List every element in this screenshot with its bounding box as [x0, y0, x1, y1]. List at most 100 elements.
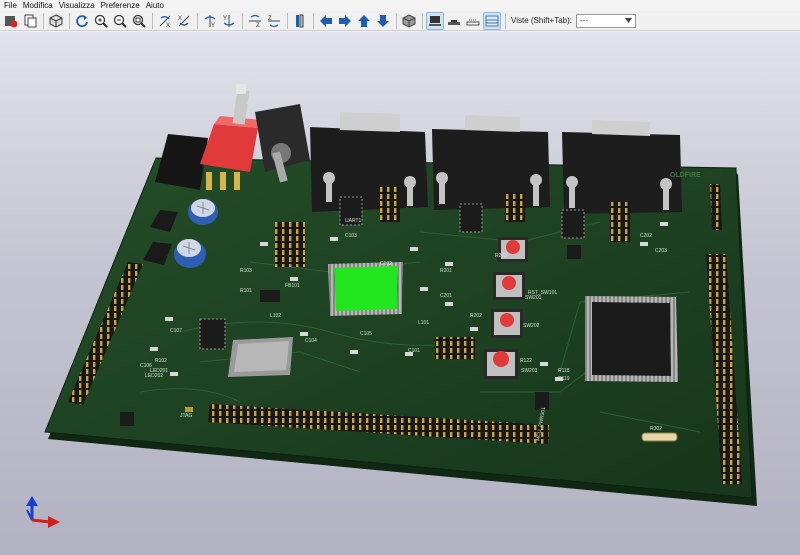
soic-2: [459, 203, 483, 233]
axis-x: [31, 518, 51, 524]
db9-connector-1: [310, 112, 428, 212]
chevron-down-icon: [625, 18, 632, 23]
axis-x-arrow-icon: [48, 516, 60, 528]
label-c107: C107: [170, 328, 182, 334]
3d-viewport[interactable]: OLDFIRE R302 SW201 SW202 SW203 RST_SW101…: [0, 32, 800, 555]
capacitor-c1: [188, 199, 218, 225]
label-r118: R118: [558, 368, 570, 374]
pushbutton-4: [484, 349, 518, 379]
label-c201: C201: [440, 293, 452, 299]
rotate-y-cw-button[interactable]: Y: [201, 12, 219, 30]
toolbar-separator: [152, 12, 153, 29]
crystal: [228, 337, 293, 377]
resistor-r302: [641, 432, 678, 442]
label-c103: C103: [345, 233, 357, 239]
label-r203: R203: [495, 253, 507, 259]
render-raytrace-button[interactable]: [2, 12, 20, 30]
label-r101: R101: [240, 288, 252, 294]
zoom-out-icon: [113, 14, 127, 28]
views-label: Viste (Shift+Tab):: [511, 16, 572, 25]
label-r119: R119: [558, 376, 570, 382]
label-r122: R122: [520, 358, 532, 364]
toolbar-separator: [313, 12, 314, 29]
label-r103: R103: [240, 268, 252, 274]
toolbar-separator: [396, 12, 397, 29]
pushbutton-3: [491, 309, 523, 338]
rotate-z-cw-button[interactable]: Z: [246, 12, 264, 30]
svg-text:Z: Z: [256, 23, 260, 28]
export-3d-button[interactable]: [47, 12, 65, 30]
svg-text:X: X: [166, 23, 170, 28]
cube-gray-icon: [402, 13, 416, 28]
projection-toggle-button[interactable]: [400, 12, 418, 30]
rotate-x-icon: X: [159, 15, 171, 28]
rotate-x-ccw-button[interactable]: X: [175, 12, 193, 30]
copy-image-button[interactable]: [21, 12, 39, 30]
menu-aiuto[interactable]: Aiuto: [144, 1, 168, 11]
move-left-button[interactable]: [317, 12, 335, 30]
render-mode-4-button[interactable]: [483, 11, 501, 30]
render-mode-3-button[interactable]: [464, 12, 482, 30]
arrow-left-icon: [320, 14, 332, 27]
render-mode-2-button[interactable]: [445, 12, 463, 30]
db9-connector-2: [432, 115, 550, 210]
copy-icon: [24, 14, 37, 27]
rotate-z-icon: Z: [249, 14, 261, 28]
move-right-button[interactable]: [336, 12, 354, 30]
svg-text:X: X: [178, 16, 182, 22]
grid-board-icon: [485, 15, 499, 26]
label-c101: C101: [408, 348, 420, 354]
move-up-button[interactable]: [355, 12, 373, 30]
board-flat-icon: [448, 19, 460, 25]
axis-z-arrow-icon: [26, 496, 38, 506]
axis-gizmo: [26, 496, 60, 528]
menu-modifica[interactable]: Modifica: [21, 1, 57, 11]
label-r202: R202: [470, 313, 482, 319]
render-mode-1-button[interactable]: [426, 11, 444, 30]
toolbar-separator: [242, 12, 243, 29]
zoom-in-button[interactable]: [92, 12, 110, 30]
arrow-up-icon: [358, 14, 370, 27]
arrow-down-icon: [377, 14, 389, 27]
label-c202: C202: [640, 233, 652, 239]
rotate-y-ccw-button[interactable]: Y: [220, 12, 238, 30]
zoom-in-icon: [94, 14, 108, 28]
zoom-fit-icon: [132, 14, 146, 28]
rotate-x-cw-button[interactable]: X: [156, 12, 174, 30]
toolbar-separator: [197, 12, 198, 29]
header-small-4: [435, 337, 475, 359]
toolbar-separator: [287, 12, 288, 29]
label-sw203: SW203: [521, 368, 538, 374]
label-fb101: FB101: [285, 283, 300, 289]
toolbar-separator: [43, 12, 44, 29]
menu-preferenze[interactable]: Preferenze: [99, 1, 144, 11]
zoom-out-button[interactable]: [111, 12, 129, 30]
label-sw202: SW202: [523, 323, 540, 329]
flip-board-button[interactable]: [291, 12, 309, 30]
rotate-z-icon: Z: [268, 16, 280, 27]
menu-visualizza[interactable]: Visualizza: [57, 1, 99, 11]
svg-text:Y: Y: [211, 23, 215, 28]
transistor-1: [567, 245, 581, 259]
board-render: OLDFIRE R302 SW201 SW202 SW203 RST_SW101…: [26, 84, 757, 528]
rotate-y-icon: Y: [223, 14, 235, 27]
label-c102: C102: [380, 261, 392, 267]
views-select[interactable]: ---: [576, 13, 636, 28]
soic-4: [199, 318, 226, 350]
header-small-3: [610, 202, 630, 242]
header-small-1: [380, 187, 400, 222]
refresh-button[interactable]: [73, 12, 91, 30]
raytrace-icon: [5, 15, 18, 27]
rotate-z-ccw-button[interactable]: Z: [265, 12, 283, 30]
toolbar-separator: [505, 12, 506, 29]
label-uart: UART1: [345, 218, 362, 224]
menu-file[interactable]: File: [2, 1, 21, 11]
label-r102: R102: [155, 358, 167, 364]
power-jack: [155, 134, 208, 190]
rotate-y-icon: Y: [204, 14, 216, 28]
label-rst-sw101: RST_SW101: [528, 290, 557, 296]
toolbar-separator: [69, 12, 70, 29]
zoom-fit-button[interactable]: [130, 12, 148, 30]
db9-connector-3: [562, 120, 682, 214]
move-down-button[interactable]: [374, 12, 392, 30]
